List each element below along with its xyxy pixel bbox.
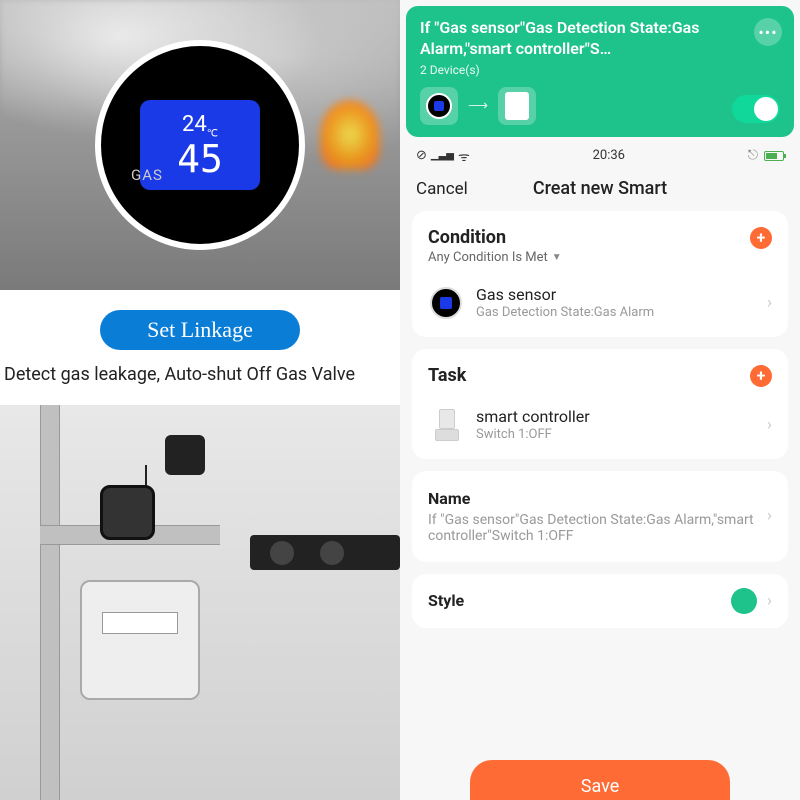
name-row[interactable]: Name If "Gas sensor"Gas Detection State:… bbox=[412, 471, 788, 562]
style-row[interactable]: Style › bbox=[412, 574, 788, 628]
chevron-right-icon: › bbox=[767, 506, 772, 526]
app-screen: If "Gas sensor"Gas Detection State:Gas A… bbox=[400, 0, 800, 800]
condition-item-detail: Gas Detection State:Gas Alarm bbox=[476, 305, 755, 320]
condition-mode-label: Any Condition Is Met bbox=[428, 250, 548, 265]
signal-icon: ▁▃▅ bbox=[431, 150, 454, 161]
status-bar: ⊘ ▁▃▅ ᯤ 20:36 ⎋ bbox=[400, 137, 800, 175]
banner-sensor-icon bbox=[420, 87, 458, 125]
name-label: Name bbox=[428, 489, 767, 508]
wifi-icon: ᯤ bbox=[458, 147, 470, 165]
add-condition-button[interactable]: + bbox=[750, 227, 772, 249]
caption-text: Detect gas leakage, Auto-shut Off Gas Va… bbox=[0, 364, 400, 385]
banner-controller-icon bbox=[498, 87, 536, 125]
flame-bg bbox=[320, 100, 380, 170]
battery-icon bbox=[764, 151, 784, 161]
condition-mode-selector[interactable]: Any Condition Is Met ▼ bbox=[428, 250, 562, 265]
chevron-right-icon: › bbox=[767, 293, 772, 313]
task-item-detail: Switch 1:OFF bbox=[476, 427, 755, 442]
set-linkage-button[interactable]: Set Linkage bbox=[100, 310, 300, 350]
condition-title: Condition bbox=[428, 227, 562, 248]
banner-title: If "Gas sensor"Gas Detection State:Gas A… bbox=[420, 18, 780, 60]
controller-icon bbox=[428, 407, 464, 443]
task-card: Task + smart controller Switch 1:OFF › bbox=[412, 349, 788, 459]
task-item-name: smart controller bbox=[476, 407, 755, 426]
installation-scene bbox=[0, 405, 400, 800]
nav-bar: Cancel Creat new Smart bbox=[400, 175, 800, 211]
more-icon[interactable]: ••• bbox=[754, 18, 782, 46]
condition-item-name: Gas sensor bbox=[476, 285, 755, 304]
chevron-down-icon: ▼ bbox=[552, 252, 562, 263]
left-panel: 24℃ 45 GAS Set Linkage Detect gas leakag… bbox=[0, 0, 400, 800]
wall-plug bbox=[165, 435, 205, 475]
banner-device-row: ⟶ bbox=[420, 87, 780, 125]
toggle-knob bbox=[754, 97, 778, 121]
automation-banner[interactable]: If "Gas sensor"Gas Detection State:Gas A… bbox=[406, 6, 794, 137]
automation-toggle[interactable] bbox=[732, 95, 780, 123]
status-time: 20:36 bbox=[593, 148, 625, 163]
save-bar: Save bbox=[400, 754, 800, 800]
task-item[interactable]: smart controller Switch 1:OFF › bbox=[428, 401, 772, 443]
nav-title: Creat new Smart bbox=[533, 178, 667, 199]
banner-subtitle: 2 Device(s) bbox=[420, 63, 780, 77]
task-title: Task bbox=[428, 365, 466, 386]
bluetooth-icon: ⎋ bbox=[748, 148, 758, 163]
link-arrow-icon: ⟶ bbox=[468, 98, 488, 114]
condition-item[interactable]: Gas sensor Gas Detection State:Gas Alarm… bbox=[428, 279, 772, 321]
chevron-right-icon: › bbox=[767, 415, 772, 435]
content-scroll[interactable]: Condition Any Condition Is Met ▼ + Gas s… bbox=[400, 211, 800, 754]
chevron-right-icon: › bbox=[767, 591, 772, 611]
temp-number: 24 bbox=[182, 112, 207, 137]
stove bbox=[250, 535, 400, 570]
gas-label: GAS bbox=[131, 166, 163, 184]
cancel-button[interactable]: Cancel bbox=[416, 179, 468, 199]
product-hero: 24℃ 45 GAS bbox=[0, 0, 400, 290]
pipe-vertical bbox=[40, 405, 60, 800]
gas-sensor-icon bbox=[428, 285, 464, 321]
no-sim-icon: ⊘ bbox=[416, 148, 427, 163]
style-color-swatch bbox=[731, 588, 757, 614]
gas-reading: 45 bbox=[177, 140, 223, 178]
save-button[interactable]: Save bbox=[470, 760, 730, 800]
gas-sensor-device: 24℃ 45 GAS bbox=[95, 40, 305, 250]
valve-actuator bbox=[100, 485, 155, 540]
gas-meter bbox=[80, 580, 200, 700]
add-task-button[interactable]: + bbox=[750, 365, 772, 387]
name-value: If "Gas sensor"Gas Detection State:Gas A… bbox=[428, 512, 767, 544]
temperature-value: 24℃ bbox=[182, 112, 218, 139]
style-label: Style bbox=[428, 591, 464, 610]
condition-card: Condition Any Condition Is Met ▼ + Gas s… bbox=[412, 211, 788, 337]
